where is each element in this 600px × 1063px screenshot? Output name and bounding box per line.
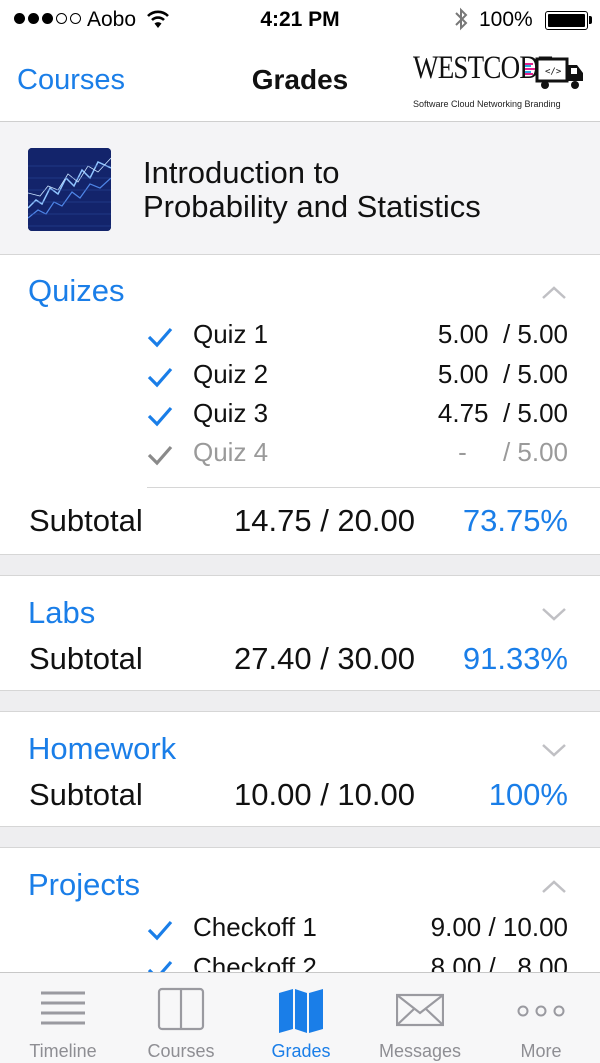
status-bar: Aobo 4:21 PM 100% (0, 0, 600, 40)
book-icon (157, 987, 205, 1031)
list-icon (41, 991, 85, 1025)
tab-grades[interactable]: Grades (241, 973, 361, 1063)
course-header: Introduction to Probability and Statisti… (0, 122, 600, 255)
checkmark-icon (147, 406, 173, 427)
grade-item[interactable]: Quiz 1 5.00 / 5.00 (0, 319, 600, 359)
section-labs: Labs Subtotal 27.40 / 30.00 91.33% (0, 576, 600, 691)
grade-item[interactable]: Quiz 3 4.75 / 5.00 (0, 398, 600, 438)
chevron-down-icon[interactable] (540, 604, 568, 624)
section-title-homework[interactable]: Homework (28, 731, 176, 767)
checkmark-icon (147, 367, 173, 388)
subtotal-row: Subtotal 10.00 / 10.00 100% (29, 777, 568, 812)
subtotal-percent: 100% (488, 777, 568, 812)
tab-timeline[interactable]: Timeline (3, 973, 123, 1063)
subtotal-row: Subtotal 14.75 / 20.00 73.75% (29, 503, 568, 538)
grade-item[interactable]: Checkoff 1 9.00 / 10.00 (0, 912, 600, 952)
section-separator (0, 691, 600, 712)
chevron-up-icon[interactable] (540, 282, 568, 302)
navigation-bar: Courses Grades WESTCODE </> Software Clo… (0, 40, 600, 122)
grade-item[interactable]: Checkoff 2 8.00 / 8.00 (0, 952, 600, 972)
battery-icon (545, 11, 588, 30)
chevron-up-icon[interactable] (540, 876, 568, 896)
tab-courses[interactable]: Courses (121, 973, 241, 1063)
section-title-quizes[interactable]: Quizes (28, 273, 124, 309)
grade-item[interactable]: Quiz 4 - / 5.00 (0, 437, 600, 477)
svg-text:</>: </> (545, 67, 562, 77)
section-quizes: Quizes Quiz 1 5.00 / 5.00 Quiz 2 5.00 / … (0, 255, 600, 555)
checkmark-icon (147, 960, 173, 972)
map-icon (279, 989, 323, 1033)
tab-messages[interactable]: Messages (360, 973, 480, 1063)
section-projects: Projects Checkoff 1 9.00 / 10.00 Checkof… (0, 848, 600, 972)
checkmark-icon (147, 920, 173, 941)
subtotal-percent: 73.75% (462, 503, 568, 538)
section-separator (0, 555, 600, 576)
subtotal-row: Subtotal 27.40 / 30.00 91.33% (29, 641, 568, 676)
tab-bar: Timeline Courses Grades Messages More (0, 972, 600, 1063)
battery-percent: 100% (479, 8, 533, 31)
westcode-logo: WESTCODE </> Software Cloud Networking B… (413, 50, 585, 114)
truck-icon: </> (525, 57, 583, 89)
checkmark-icon (147, 327, 173, 348)
grade-item[interactable]: Quiz 2 5.00 / 5.00 (0, 359, 600, 399)
envelope-icon (396, 993, 444, 1027)
chevron-down-icon[interactable] (540, 740, 568, 760)
more-icon (517, 1005, 565, 1017)
tab-more[interactable]: More (481, 973, 600, 1063)
subtotal-percent: 91.33% (462, 641, 568, 676)
bluetooth-icon (455, 7, 468, 31)
course-thumbnail (28, 148, 111, 231)
section-title-projects[interactable]: Projects (28, 867, 140, 903)
section-separator (0, 827, 600, 848)
course-title: Introduction to Probability and Statisti… (143, 155, 481, 224)
section-homework: Homework Subtotal 10.00 / 10.00 100% (0, 712, 600, 827)
divider (147, 487, 600, 488)
checkmark-icon (147, 445, 173, 466)
logo-tagline: Software Cloud Networking Branding (413, 99, 561, 109)
section-title-labs[interactable]: Labs (28, 595, 95, 631)
